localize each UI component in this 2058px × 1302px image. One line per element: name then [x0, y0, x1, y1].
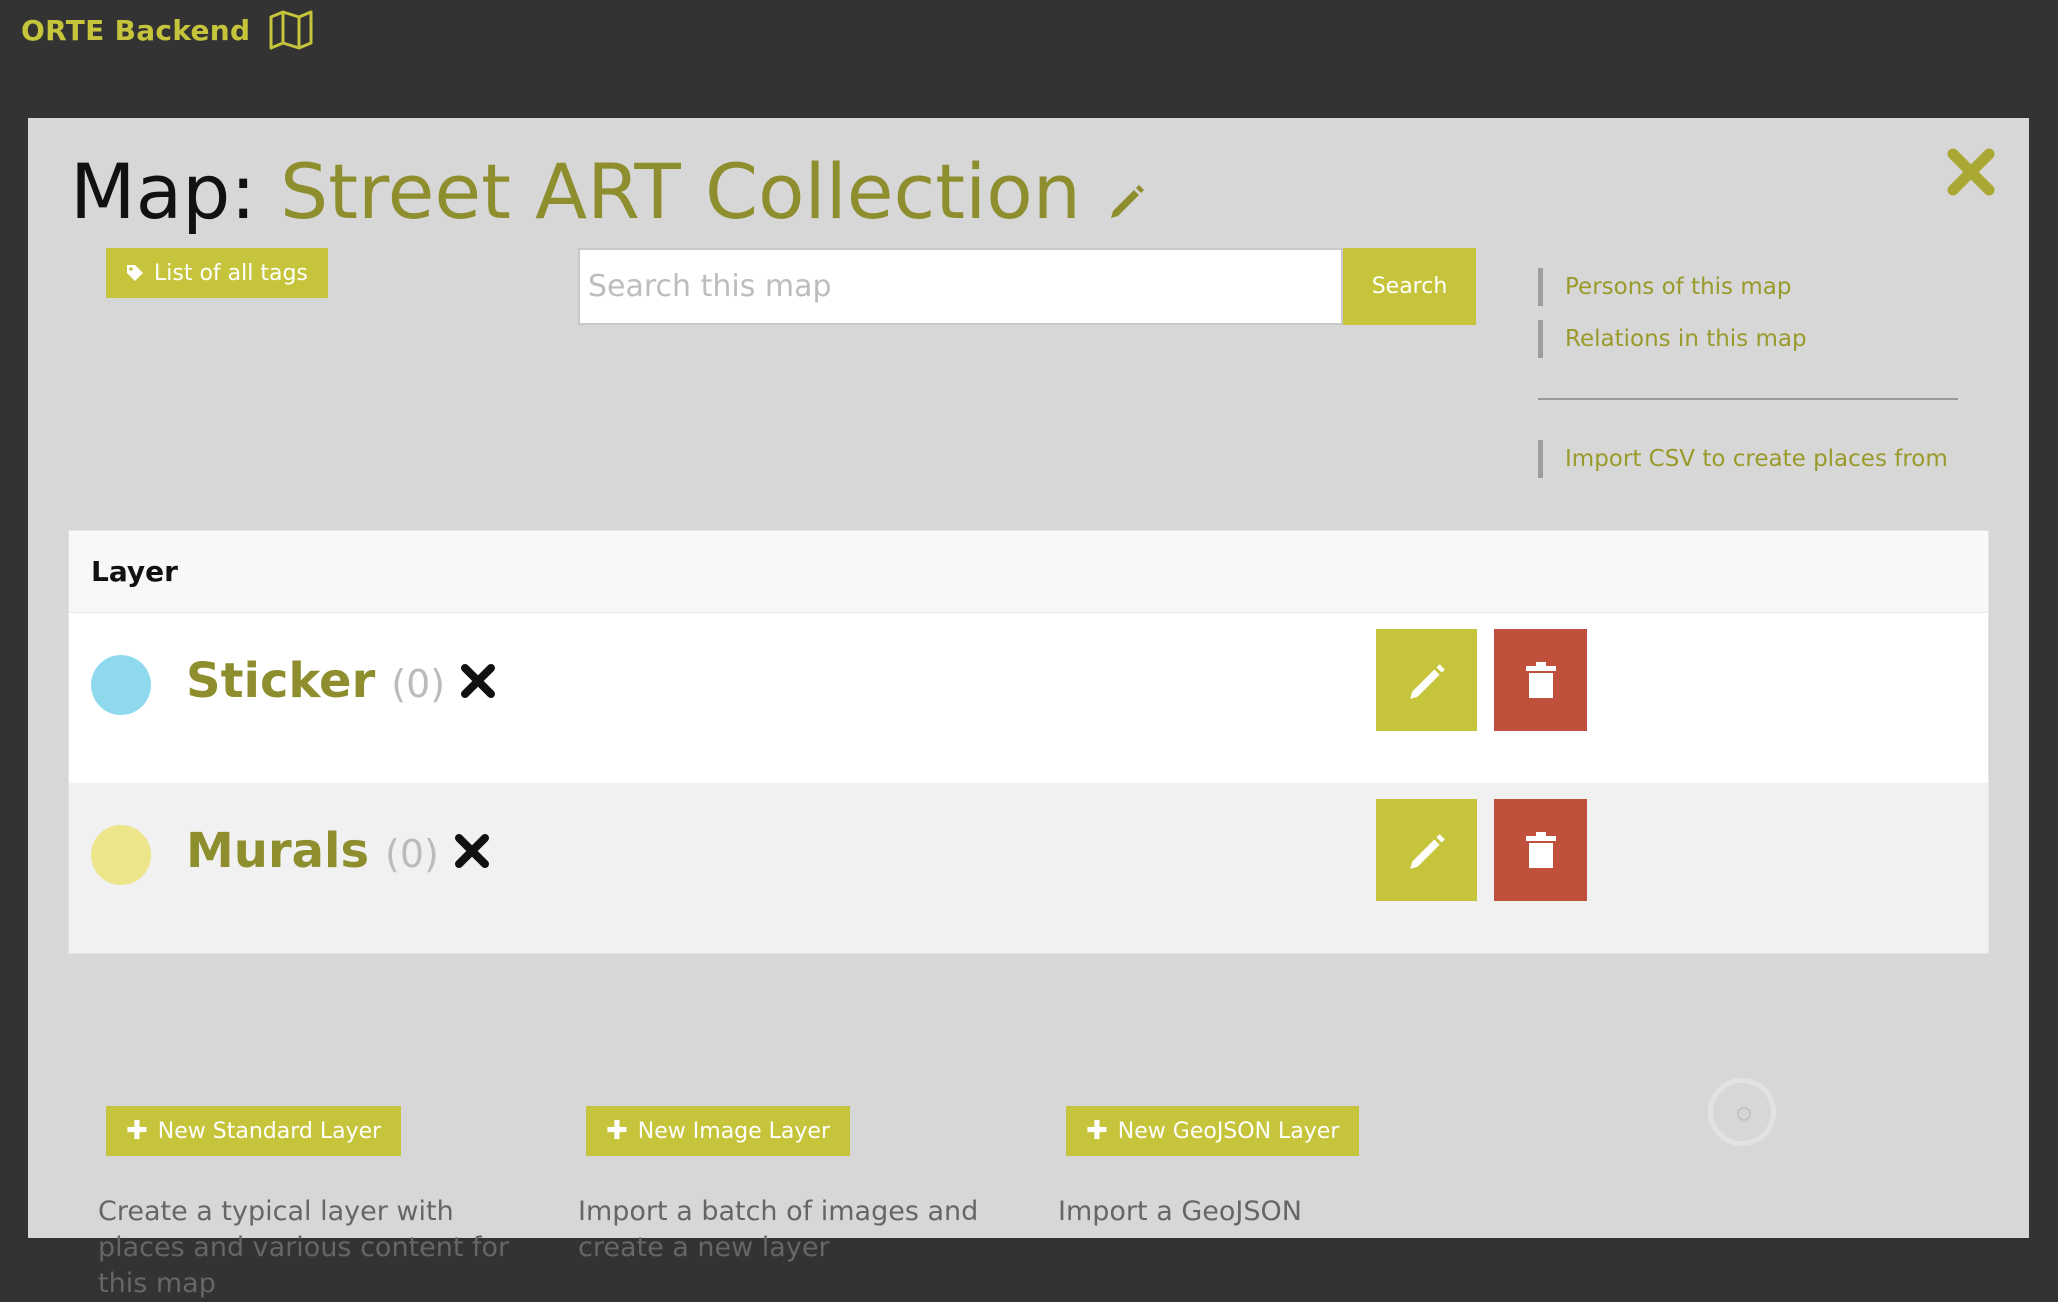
edit-layer-button[interactable]	[1376, 629, 1477, 731]
close-icon[interactable]	[1945, 146, 1997, 198]
trash-icon	[1525, 662, 1556, 698]
new-image-layer-description: Import a batch of images and create a ne…	[578, 1196, 979, 1263]
page-title: Map: Street ART Collection	[70, 136, 1147, 246]
new-geojson-layer-section: ✚ New GeoJSON Layer Import a GeoJSON	[1058, 1106, 1496, 1230]
title-prefix: Map:	[70, 146, 256, 236]
pencil-icon[interactable]	[1107, 180, 1147, 220]
table-row: Sticker (0)	[69, 613, 1988, 783]
layer-count: (0)	[385, 832, 439, 876]
pencil-icon	[1409, 834, 1445, 869]
search-bar: Search	[578, 248, 1476, 325]
trash-icon	[1525, 832, 1556, 868]
list-tags-button[interactable]: List of all tags	[106, 248, 328, 298]
pencil-icon	[1409, 664, 1445, 699]
delete-layer-button[interactable]	[1494, 799, 1587, 901]
persons-link[interactable]: Persons of this map	[1538, 268, 1958, 306]
table-row: Murals (0)	[69, 783, 1988, 953]
map-icon	[269, 10, 313, 50]
remove-icon[interactable]	[453, 832, 491, 870]
new-standard-layer-label: New Standard Layer	[157, 1118, 382, 1144]
tag-icon	[127, 265, 143, 281]
brand-title[interactable]: ORTE Backend	[21, 14, 250, 47]
map-panel: Map: Street ART Collection List of all t…	[28, 118, 2029, 1299]
new-geojson-layer-description: Import a GeoJSON	[1058, 1196, 1302, 1227]
relations-link[interactable]: Relations in this map	[1538, 320, 1958, 358]
plus-icon: ✚	[1086, 1116, 1108, 1146]
new-geojson-layer-button[interactable]: ✚ New GeoJSON Layer	[1066, 1106, 1360, 1156]
search-button[interactable]: Search	[1343, 248, 1476, 325]
layers-table: Layer Sticker (0) Murals (0)	[68, 530, 1989, 954]
plus-icon: ✚	[606, 1116, 628, 1146]
new-standard-layer-section: ✚ New Standard Layer Create a typical la…	[98, 1106, 536, 1302]
side-links: Persons of this map Relations in this ma…	[1538, 268, 1958, 492]
layer-count: (0)	[391, 662, 446, 706]
list-tags-label: List of all tags	[154, 260, 308, 286]
new-image-layer-section: ✚ New Image Layer Import a batch of imag…	[578, 1106, 1016, 1266]
remove-icon[interactable]	[459, 662, 497, 700]
table-header: Layer	[69, 531, 1988, 613]
plus-icon: ✚	[126, 1116, 148, 1146]
new-standard-layer-description: Create a typical layer with places and v…	[98, 1196, 510, 1299]
new-image-layer-label: New Image Layer	[637, 1118, 831, 1144]
loading-spinner	[1708, 1078, 1776, 1146]
new-standard-layer-button[interactable]: ✚ New Standard Layer	[106, 1106, 402, 1156]
layer-name-link[interactable]: Sticker (0)	[186, 653, 497, 709]
search-input[interactable]	[578, 248, 1343, 325]
spinner-center	[1737, 1107, 1751, 1121]
import-csv-link[interactable]: Import CSV to create places from	[1538, 440, 1958, 478]
edit-layer-button[interactable]	[1376, 799, 1477, 901]
side-divider	[1538, 398, 1958, 400]
layer-name[interactable]: Murals	[186, 823, 369, 879]
delete-layer-button[interactable]	[1494, 629, 1587, 731]
top-bar: ORTE Backend	[0, 0, 2058, 60]
new-image-layer-button[interactable]: ✚ New Image Layer	[586, 1106, 851, 1156]
layer-color-dot	[91, 655, 151, 715]
layer-color-dot	[91, 825, 151, 885]
map-name: Street ART Collection	[280, 146, 1081, 236]
layer-name-link[interactable]: Murals (0)	[186, 823, 491, 879]
layer-name[interactable]: Sticker	[186, 653, 375, 709]
new-geojson-layer-label: New GeoJSON Layer	[1117, 1118, 1340, 1144]
